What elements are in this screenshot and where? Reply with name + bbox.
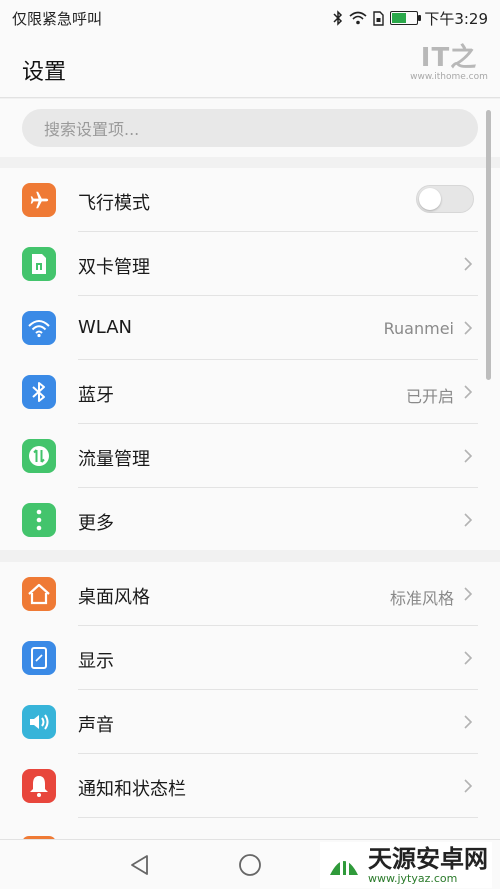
clock: 下午3:29 <box>424 9 488 28</box>
site-watermark: 天源安卓网 www.jytyaz.com <box>320 842 492 888</box>
setting-label: 更多 <box>78 513 114 534</box>
title-bar: 设置 IT之 www.ithome.com <box>0 36 500 98</box>
setting-row-notifications[interactable]: 通知和状态栏 <box>0 754 500 818</box>
watermark-logo: IT之 <box>420 43 478 73</box>
setting-row-display[interactable]: 显示 <box>0 626 500 690</box>
speaker-icon <box>22 705 56 739</box>
chevron-right-icon <box>464 715 473 729</box>
more-dots-icon <box>22 503 56 537</box>
setting-label: 桌面风格 <box>78 587 150 608</box>
setting-label: WLAN <box>78 317 133 338</box>
brand-url: www.jytyaz.com <box>368 871 458 885</box>
setting-row-home-style[interactable]: 桌面风格 标准风格 <box>0 562 500 626</box>
back-icon[interactable] <box>127 852 153 878</box>
chevron-right-icon <box>464 321 473 335</box>
search-area: 搜索设置项... <box>0 99 500 157</box>
display-icon <box>22 641 56 675</box>
airplane-mode-toggle[interactable] <box>416 185 474 213</box>
data-usage-icon <box>22 439 56 473</box>
chevron-right-icon <box>464 449 473 463</box>
setting-label: 飞行模式 <box>78 193 150 214</box>
chevron-right-icon <box>464 779 473 793</box>
setting-row-sound[interactable]: 声音 <box>0 690 500 754</box>
setting-row-data-usage[interactable]: 流量管理 <box>0 424 500 488</box>
page-title: 设置 <box>22 60 67 85</box>
setting-row-bluetooth[interactable]: 蓝牙 已开启 <box>0 360 500 424</box>
chevron-right-icon <box>464 651 473 665</box>
settings-group-connectivity: 飞行模式 双卡管理 WLAN Ruanmei 蓝牙 已开启 流量管理 更多 <box>0 168 500 550</box>
home-style-value: 标准风格 <box>389 589 454 608</box>
airplane-icon <box>22 183 56 217</box>
toggle-knob <box>419 188 441 210</box>
chevron-right-icon <box>464 587 473 601</box>
brand-logo-icon <box>330 859 358 875</box>
setting-row-airplane-mode[interactable]: 飞行模式 <box>0 168 500 232</box>
setting-row-dual-sim[interactable]: 双卡管理 <box>0 232 500 296</box>
sim-card-icon <box>22 247 56 281</box>
wifi-status-icon <box>349 11 367 25</box>
search-placeholder: 搜索设置项... <box>44 120 140 139</box>
ithome-watermark: IT之 www.ithome.com <box>410 44 488 82</box>
setting-label: 流量管理 <box>78 449 150 470</box>
navigation-bar: 天源安卓网 www.jytyaz.com <box>0 839 500 889</box>
setting-label: 通知和状态栏 <box>78 779 186 800</box>
status-icons: 下午3:29 <box>333 8 488 29</box>
wlan-network-name: Ruanmei <box>383 319 454 338</box>
status-bar: 仅限紧急呼叫 下午3:29 <box>0 0 500 36</box>
bluetooth-status: 已开启 <box>405 387 454 406</box>
setting-label: 声音 <box>78 715 114 736</box>
bluetooth-icon <box>22 375 56 409</box>
search-input[interactable]: 搜索设置项... <box>22 109 478 147</box>
chevron-right-icon <box>464 257 473 271</box>
chevron-right-icon <box>464 385 473 399</box>
setting-row-wlan[interactable]: WLAN Ruanmei <box>0 296 500 360</box>
home-circle-icon[interactable] <box>237 852 263 878</box>
wifi-icon <box>22 311 56 345</box>
battery-icon <box>390 11 422 25</box>
setting-label: 双卡管理 <box>78 257 150 278</box>
setting-row-more[interactable]: 更多 <box>0 488 500 552</box>
setting-label: 蓝牙 <box>78 385 114 406</box>
chevron-right-icon <box>464 513 473 527</box>
brand-name: 天源安卓网 <box>368 844 488 873</box>
scrollbar[interactable] <box>486 110 491 380</box>
bluetooth-status-icon <box>333 10 343 26</box>
setting-label: 显示 <box>78 651 114 672</box>
carrier-text: 仅限紧急呼叫 <box>12 9 103 28</box>
home-icon <box>22 577 56 611</box>
sim-status-icon <box>373 10 385 26</box>
bell-icon <box>22 769 56 803</box>
watermark-url: www.ithome.com <box>410 72 488 82</box>
